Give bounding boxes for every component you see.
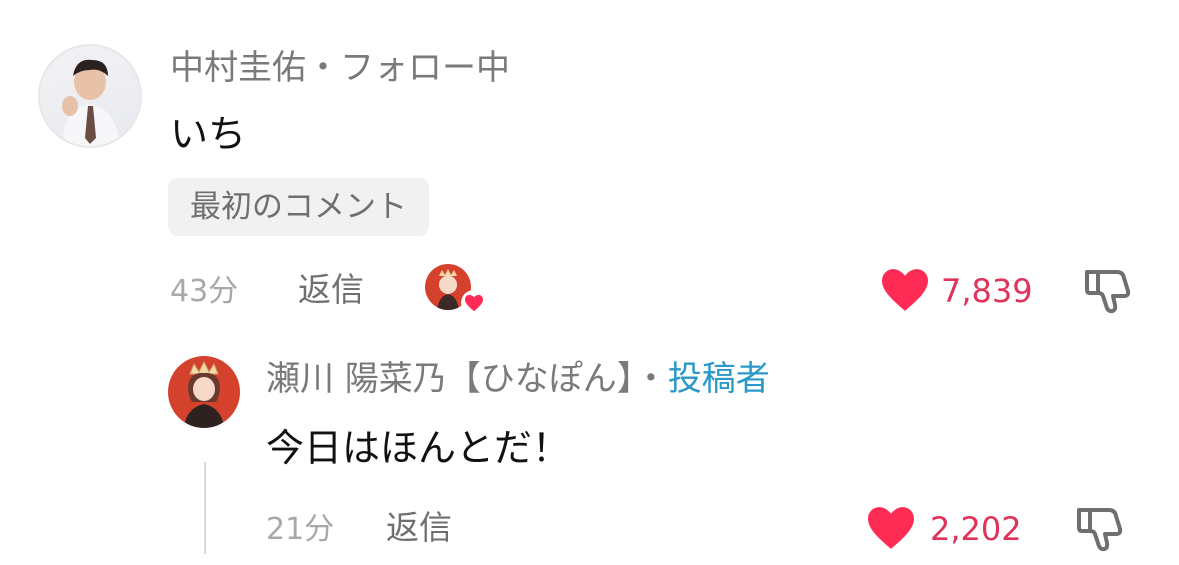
reply-like-button[interactable] (865, 505, 917, 551)
reply-dislike-button[interactable] (1075, 503, 1125, 553)
reply-like-count: 2,202 (930, 510, 1022, 548)
reply-text: 今日はほんとだ！ (266, 426, 571, 470)
first-comment-badge: 最初のコメント (168, 178, 429, 236)
comment-reply-button[interactable]: 返信 (298, 270, 364, 310)
reply-reply-button[interactable]: 返信 (386, 508, 452, 548)
comment-text: いち (170, 112, 247, 156)
commenter-username[interactable]: 中村圭佑・フォロー中 (170, 46, 510, 90)
comment-dislike-button[interactable] (1083, 265, 1133, 315)
reply-author-avatar[interactable] (168, 356, 240, 428)
heart-icon (882, 269, 928, 311)
author-label: 投稿者 (667, 359, 770, 399)
comment-like-count: 7,839 (941, 272, 1033, 310)
commenter-avatar[interactable] (38, 44, 142, 148)
comment-like-button[interactable] (879, 267, 931, 313)
comment-timestamp: 43分 (170, 274, 239, 309)
creator-liked-heart-badge (461, 290, 487, 316)
heart-icon (465, 294, 483, 312)
reply-timestamp: 21分 (266, 512, 335, 547)
user-avatar-icon (62, 59, 120, 146)
thumbs-down-icon (1085, 270, 1131, 314)
user-avatar-icon (184, 360, 224, 428)
reply-username[interactable]: 瀬川 陽菜乃【ひなぽん】 (266, 359, 634, 399)
reply-separator: ・ (633, 359, 668, 399)
reply-username-line: 瀬川 陽菜乃【ひなぽん】・投稿者 (266, 357, 770, 401)
reply-thread-line (204, 462, 206, 554)
thumbs-down-icon (1077, 508, 1123, 552)
heart-icon (868, 507, 914, 549)
